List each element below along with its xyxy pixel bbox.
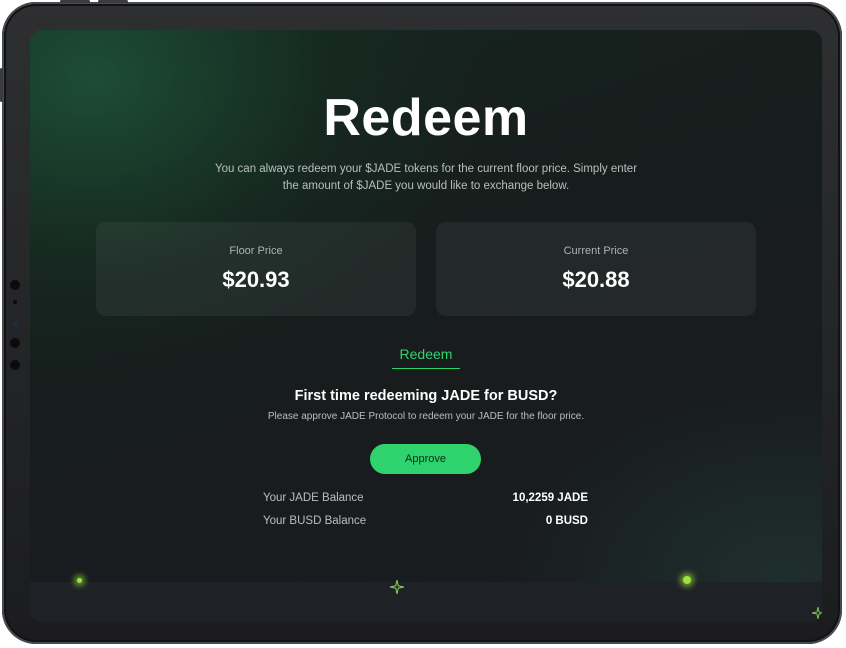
sensor-dot [10, 360, 20, 370]
jade-balance-label: Your JADE Balance [263, 492, 364, 504]
sensor-dot [10, 280, 20, 290]
floor-price-label: Floor Price [229, 245, 283, 257]
busd-balance-label: Your BUSD Balance [263, 515, 367, 527]
approval-note: Please approve JADE Protocol to redeem y… [267, 411, 585, 422]
glow-dot-icon [683, 576, 691, 584]
sparkle-icon [811, 606, 822, 622]
page-title: Redeem [323, 89, 529, 147]
floor-price-card: Floor Price $20.93 [96, 222, 416, 316]
side-button [0, 68, 3, 102]
sensor-dot [10, 338, 20, 348]
tab-redeem[interactable]: Redeem [392, 346, 460, 369]
tablet-frame: Redeem You can always redeem your $JADE … [0, 0, 842, 644]
approve-button[interactable]: Approve [370, 444, 481, 474]
top-button-right [98, 0, 128, 3]
balance-row-busd: Your BUSD Balance 0 BUSD [263, 515, 588, 533]
sensor-dot [13, 300, 17, 304]
current-price-card: Current Price $20.88 [436, 222, 756, 316]
busd-balance-value: 0 BUSD [545, 515, 588, 527]
camera-lens [13, 322, 18, 327]
current-price-label: Current Price [563, 245, 629, 257]
floor-price-value: $20.93 [222, 267, 290, 292]
top-button-left [60, 0, 90, 3]
glow-dot-icon [77, 578, 82, 583]
current-price-value: $20.88 [562, 267, 630, 292]
balance-row-jade: Your JADE Balance 10,2259 JADE [263, 492, 588, 510]
jade-balance-value: 10,2259 JADE [512, 492, 588, 504]
approval-heading: First time redeeming JADE for BUSD? [294, 388, 558, 404]
page-description: You can always redeem your $JADE tokens … [214, 163, 638, 192]
app-screen: Redeem You can always redeem your $JADE … [30, 30, 822, 622]
sparkle-icon [389, 579, 405, 599]
